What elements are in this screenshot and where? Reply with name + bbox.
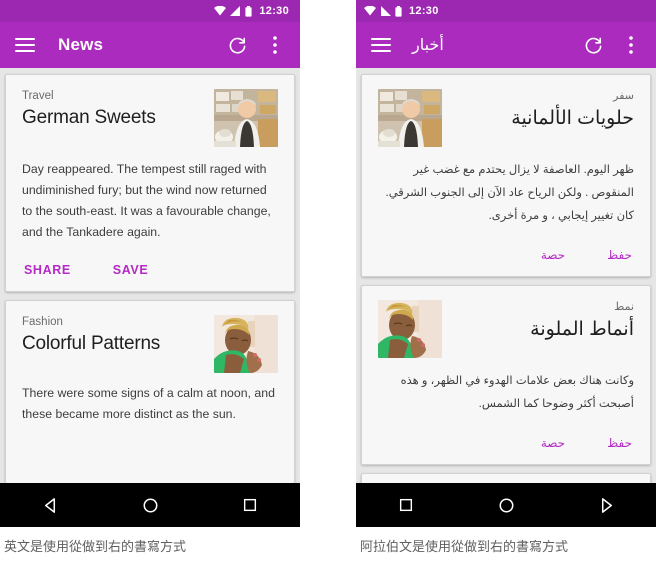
wifi-icon: [364, 6, 376, 16]
baker-photo: [378, 89, 442, 147]
card-headline: German Sweets: [22, 107, 156, 128]
refresh-icon[interactable]: [582, 34, 604, 56]
card-actions: SHARE SAVE: [22, 259, 278, 281]
home-icon[interactable]: [133, 488, 167, 522]
card-actions: حفظ حصة: [378, 432, 634, 454]
app-title: News: [58, 35, 104, 54]
overflow-menu-icon[interactable]: [264, 34, 286, 56]
status-icon-group: 12:30: [214, 5, 292, 17]
caption-rtl: 阿拉伯文是使用從做到右的書寫方式: [360, 540, 569, 555]
status-time: 12:30: [259, 5, 289, 17]
status-bar: 12:30: [0, 0, 300, 22]
save-button[interactable]: حفظ: [605, 432, 634, 454]
card-text-block: Travel German Sweets: [22, 89, 204, 131]
news-card[interactable]: Travel German Sweets Day reappeared. The…: [5, 74, 295, 292]
card-header: سفر حلويات الألمانية: [378, 89, 634, 147]
card-kicker: Travel: [22, 90, 54, 102]
system-nav-bar: [0, 483, 300, 527]
status-bar: 12:30: [356, 0, 656, 22]
card-header: Travel German Sweets: [22, 89, 278, 147]
forward-back-icon[interactable]: [589, 488, 623, 522]
card-body: ظهر اليوم. العاصفة لا يزال يحتدم مع غضب …: [385, 164, 634, 222]
recents-icon[interactable]: [233, 488, 267, 522]
caption-ltr: 英文是使用從做到右的書寫方式: [4, 540, 187, 555]
news-feed-list[interactable]: Travel German Sweets Day reappeared. The…: [0, 68, 300, 483]
comparison-figure: 12:30 News Travel German Sweets Day reap…: [0, 0, 656, 563]
rtl-phone: 12:30 أخبار سفر حلويات الألمانية ظهر الي…: [356, 0, 656, 527]
card-text-block: Fashion Colorful Patterns: [22, 315, 204, 357]
share-button[interactable]: حصة: [539, 244, 567, 266]
card-header: Fashion Colorful Patterns: [22, 315, 278, 373]
card-body: Day reappeared. The tempest still raged …: [22, 162, 271, 239]
status-icon-group: 12:30: [364, 5, 442, 17]
woman-portrait-photo: [378, 300, 442, 358]
save-button[interactable]: SAVE: [111, 259, 151, 281]
signal-icon: [380, 6, 391, 16]
news-card[interactable]: سفر حلويات الألمانية ظهر اليوم. العاصفة …: [361, 74, 651, 277]
card-body: وكانت هناك بعض علامات الهدوء في الظهر، و…: [400, 375, 634, 410]
card-headline: حلويات الألمانية: [511, 108, 634, 129]
card-header: نمط أنماط الملونة: [378, 300, 634, 358]
hamburger-menu-icon[interactable]: [370, 34, 392, 56]
news-feed-list[interactable]: سفر حلويات الألمانية ظهر اليوم. العاصفة …: [356, 68, 656, 483]
battery-icon: [395, 5, 402, 17]
ltr-phone: 12:30 News Travel German Sweets Day reap…: [0, 0, 300, 527]
app-title: أخبار: [412, 37, 444, 54]
card-headline: أنماط الملونة: [530, 319, 634, 340]
wifi-icon: [214, 6, 227, 16]
recents-icon[interactable]: [389, 488, 423, 522]
battery-icon: [245, 5, 252, 17]
baker-photo: [214, 89, 278, 147]
app-bar: News: [0, 22, 300, 68]
save-button[interactable]: حفظ: [605, 244, 634, 266]
card-body: There were some signs of a calm at noon,…: [22, 386, 275, 421]
home-icon[interactable]: [489, 488, 523, 522]
woman-portrait-photo: [214, 315, 278, 373]
status-time: 12:30: [409, 5, 439, 17]
card-text-block: نمط أنماط الملونة: [452, 300, 634, 344]
app-bar: أخبار: [356, 22, 656, 68]
card-kicker: سفر: [613, 90, 634, 102]
news-card-peek[interactable]: [361, 473, 651, 483]
card-actions: حفظ حصة: [378, 244, 634, 266]
card-headline: Colorful Patterns: [22, 333, 161, 354]
system-nav-bar: [356, 483, 656, 527]
card-text-block: سفر حلويات الألمانية: [452, 89, 634, 133]
overflow-menu-icon[interactable]: [620, 34, 642, 56]
signal-icon: [230, 6, 241, 16]
news-card[interactable]: Fashion Colorful Patterns There were som…: [5, 300, 295, 483]
share-button[interactable]: حصة: [539, 432, 567, 454]
back-icon[interactable]: [33, 488, 67, 522]
hamburger-menu-icon[interactable]: [14, 34, 36, 56]
news-card[interactable]: نمط أنماط الملونة وكانت هناك بعض علامات …: [361, 285, 651, 465]
share-button[interactable]: SHARE: [22, 259, 73, 281]
card-kicker: Fashion: [22, 316, 63, 328]
refresh-icon[interactable]: [226, 34, 248, 56]
card-kicker: نمط: [614, 301, 634, 313]
